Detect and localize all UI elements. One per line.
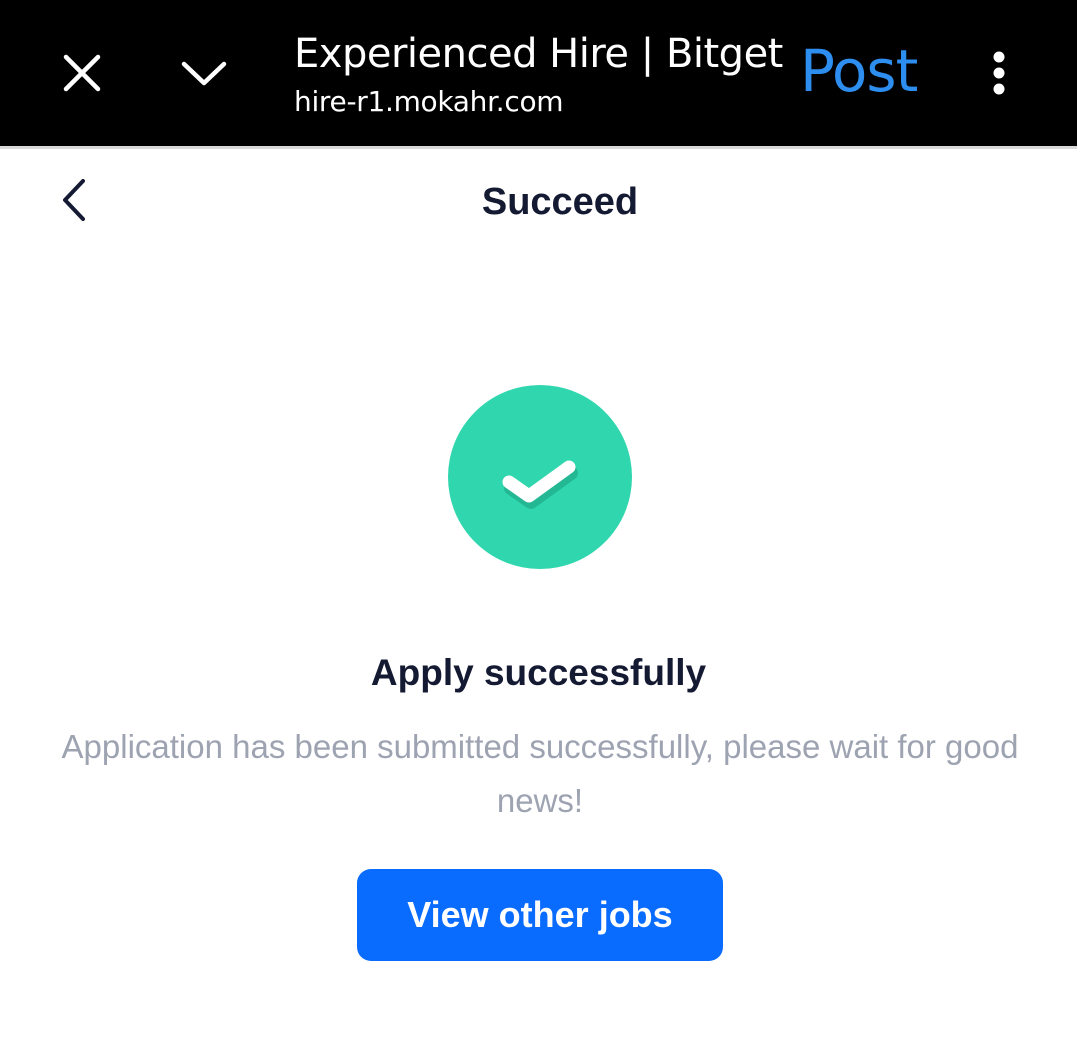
page-info: Experienced Hire | Bitget hire-r1.mokahr… (294, 28, 783, 124)
post-button[interactable]: Post (800, 36, 918, 106)
more-vertical-icon (993, 51, 1005, 95)
page-url: hire-r1.mokahr.com (294, 85, 564, 118)
page-title: Experienced Hire | Bitget (294, 31, 783, 77)
check-icon (502, 460, 578, 509)
success-badge (448, 385, 632, 569)
close-button[interactable] (52, 43, 112, 103)
header-title: Succeed (481, 181, 639, 223)
browser-toolbar: Experienced Hire | Bitget hire-r1.mokahr… (0, 0, 1077, 146)
view-other-jobs-button[interactable]: View other jobs (357, 869, 723, 961)
more-options-button[interactable] (975, 43, 1023, 103)
chevron-down-icon (181, 61, 227, 86)
toolbar-divider (0, 146, 1077, 149)
result-title: Apply successfully (370, 652, 707, 693)
close-icon (63, 54, 101, 92)
collapse-button[interactable] (172, 43, 236, 103)
result-message: Application has been submitted successfu… (61, 728, 1019, 819)
